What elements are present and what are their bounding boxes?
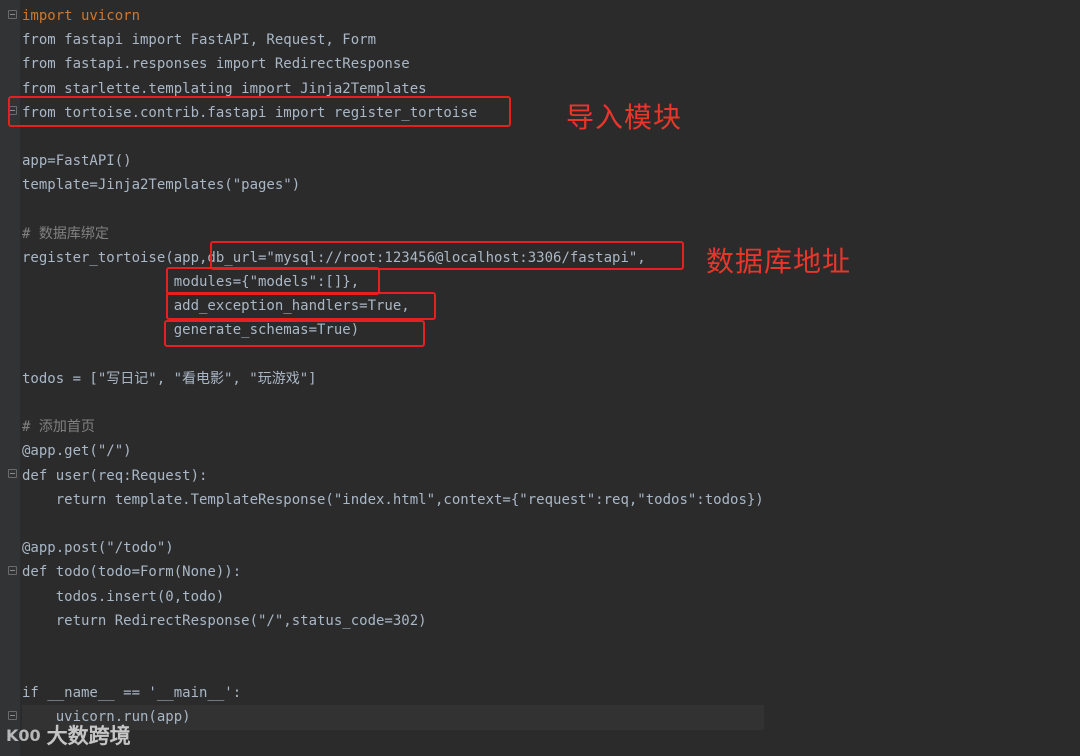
code-line: from fastapi import FastAPI, Request, Fo… — [22, 32, 377, 49]
code-line: def user(req:Request): — [22, 467, 208, 484]
code-line: todos = ["写日记", "看电影", "玩游戏"] — [22, 370, 317, 387]
code-line: @app.post("/todo") — [22, 540, 174, 557]
code-line: template=Jinja2Templates("pages") — [22, 177, 301, 194]
watermark-text: 大数跨境 — [46, 724, 131, 748]
code-line: import uvicorn — [22, 8, 141, 24]
code-line: return RedirectResponse("/",status_code=… — [22, 612, 427, 629]
editor-gutter — [0, 0, 20, 756]
code-line: from fastapi.responses import RedirectRe… — [22, 56, 410, 73]
code-line: app=FastAPI() — [22, 153, 132, 170]
code-line: # 数据库绑定 — [22, 225, 109, 242]
fold-icon[interactable] — [8, 711, 17, 720]
fold-icon[interactable] — [8, 566, 17, 575]
code-line: add_exception_handlers=True, — [22, 298, 410, 315]
code-line: modules={"models":[]}, — [22, 274, 360, 291]
fold-icon[interactable] — [8, 106, 17, 115]
code-line: todos.insert(0,todo) — [22, 588, 225, 605]
code-line: def todo(todo=Form(None)): — [22, 564, 242, 581]
annotation-import-module: 导入模块 — [566, 101, 683, 134]
code-line: @app.get("/") — [22, 443, 132, 460]
code-line: uvicorn.run(app) — [22, 705, 764, 730]
watermark: K00 大数跨境 — [6, 720, 131, 750]
code-line: register_tortoise(app,db_url="mysql://ro… — [22, 249, 646, 266]
annotation-db-address: 数据库地址 — [706, 245, 852, 278]
code-editor[interactable]: import uvicorn from fastapi import FastA… — [0, 0, 1080, 756]
code-line: return template.TemplateResponse("index.… — [22, 491, 764, 508]
watermark-logo: K00 — [6, 725, 41, 745]
code-line: # 添加首页 — [22, 419, 95, 436]
code-line: generate_schemas=True) — [22, 322, 360, 339]
code-line: if __name__ == '__main__': — [22, 685, 242, 702]
fold-icon[interactable] — [8, 469, 17, 478]
fold-icon[interactable] — [8, 10, 17, 19]
